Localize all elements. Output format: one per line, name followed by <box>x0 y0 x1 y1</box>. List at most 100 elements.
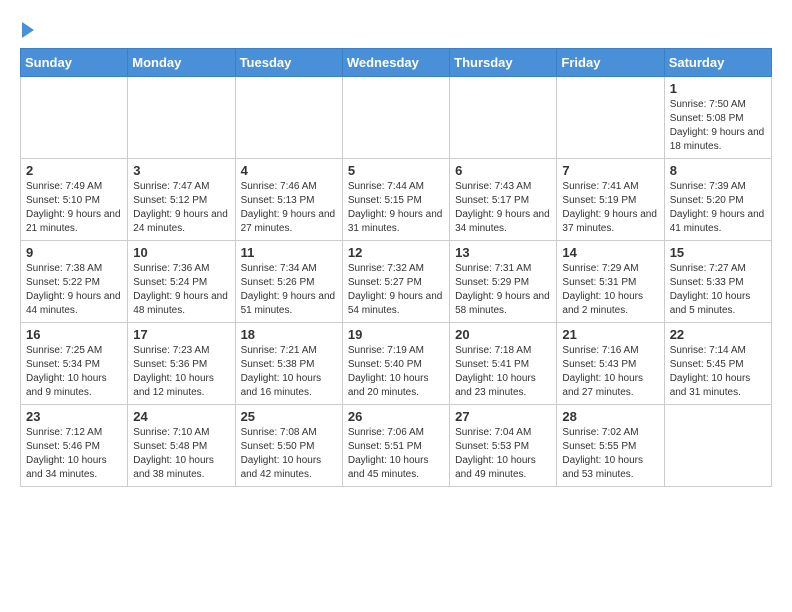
week-row-3: 16 Sunrise: 7:25 AM Sunset: 5:34 PM Dayli… <box>21 323 772 405</box>
day-number: 20 <box>455 327 551 342</box>
day-info: Sunrise: 7:38 AM Sunset: 5:22 PM Dayligh… <box>26 262 122 318</box>
calendar-cell <box>557 77 664 159</box>
calendar-cell: 5 Sunrise: 7:44 AM Sunset: 5:15 PM Daylig… <box>342 159 449 241</box>
day-info: Sunrise: 7:14 AM Sunset: 5:45 PM Dayligh… <box>670 344 766 400</box>
day-number: 16 <box>26 327 122 342</box>
calendar-cell: 13Sunrise: 7:31 AM Sunset: 5:29 PM Dayli… <box>450 241 557 323</box>
day-number: 24 <box>133 409 229 424</box>
calendar-cell: 16 Sunrise: 7:25 AM Sunset: 5:34 PM Dayli… <box>21 323 128 405</box>
calendar-cell: 12 Sunrise: 7:32 AM Sunset: 5:27 PM Dayli… <box>342 241 449 323</box>
day-number: 18 <box>241 327 337 342</box>
day-info: Sunrise: 7:10 AM Sunset: 5:48 PM Dayligh… <box>133 426 229 482</box>
weekday-header-wednesday: Wednesday <box>342 49 449 77</box>
calendar-cell: 22 Sunrise: 7:14 AM Sunset: 5:45 PM Dayli… <box>664 323 771 405</box>
calendar-cell <box>450 77 557 159</box>
day-number: 3 <box>133 163 229 178</box>
weekday-header-monday: Monday <box>128 49 235 77</box>
day-number: 28 <box>562 409 658 424</box>
day-number: 21 <box>562 327 658 342</box>
day-info: Sunrise: 7:25 AM Sunset: 5:34 PM Dayligh… <box>26 344 122 400</box>
week-row-2: 9 Sunrise: 7:38 AM Sunset: 5:22 PM Daylig… <box>21 241 772 323</box>
weekday-header-saturday: Saturday <box>664 49 771 77</box>
week-row-1: 2 Sunrise: 7:49 AM Sunset: 5:10 PM Daylig… <box>21 159 772 241</box>
week-row-0: 1 Sunrise: 7:50 AM Sunset: 5:08 PM Daylig… <box>21 77 772 159</box>
calendar-cell: 26 Sunrise: 7:06 AM Sunset: 5:51 PM Dayli… <box>342 405 449 487</box>
weekday-header-tuesday: Tuesday <box>235 49 342 77</box>
day-number: 27 <box>455 409 551 424</box>
calendar-cell: 21 Sunrise: 7:16 AM Sunset: 5:43 PM Dayli… <box>557 323 664 405</box>
day-info: Sunrise: 7:23 AM Sunset: 5:36 PM Dayligh… <box>133 344 229 400</box>
weekday-header-row: SundayMondayTuesdayWednesdayThursdayFrid… <box>21 49 772 77</box>
day-number: 19 <box>348 327 444 342</box>
day-number: 15 <box>670 245 766 260</box>
day-number: 6 <box>455 163 551 178</box>
calendar-cell: 23Sunrise: 7:12 AM Sunset: 5:46 PM Dayli… <box>21 405 128 487</box>
calendar-cell: 27 Sunrise: 7:04 AM Sunset: 5:53 PM Dayli… <box>450 405 557 487</box>
day-number: 4 <box>241 163 337 178</box>
calendar-cell <box>664 405 771 487</box>
day-number: 2 <box>26 163 122 178</box>
calendar-cell: 18 Sunrise: 7:21 AM Sunset: 5:38 PM Dayli… <box>235 323 342 405</box>
day-info: Sunrise: 7:36 AM Sunset: 5:24 PM Dayligh… <box>133 262 229 318</box>
calendar-cell: 3 Sunrise: 7:47 AM Sunset: 5:12 PM Daylig… <box>128 159 235 241</box>
day-info: Sunrise: 7:19 AM Sunset: 5:40 PM Dayligh… <box>348 344 444 400</box>
day-number: 17 <box>133 327 229 342</box>
calendar-cell: 17 Sunrise: 7:23 AM Sunset: 5:36 PM Dayli… <box>128 323 235 405</box>
day-info: Sunrise: 7:47 AM Sunset: 5:12 PM Dayligh… <box>133 180 229 236</box>
day-info: Sunrise: 7:21 AM Sunset: 5:38 PM Dayligh… <box>241 344 337 400</box>
day-number: 22 <box>670 327 766 342</box>
calendar-cell: 7 Sunrise: 7:41 AM Sunset: 5:19 PM Daylig… <box>557 159 664 241</box>
day-info: Sunrise: 7:06 AM Sunset: 5:51 PM Dayligh… <box>348 426 444 482</box>
logo <box>20 20 34 38</box>
day-info: Sunrise: 7:08 AM Sunset: 5:50 PM Dayligh… <box>241 426 337 482</box>
day-info: Sunrise: 7:50 AM Sunset: 5:08 PM Dayligh… <box>670 98 766 154</box>
weekday-header-friday: Friday <box>557 49 664 77</box>
logo-arrow-icon <box>22 22 34 38</box>
weekday-header-sunday: Sunday <box>21 49 128 77</box>
calendar-cell: 6Sunrise: 7:43 AM Sunset: 5:17 PM Daylig… <box>450 159 557 241</box>
day-number: 7 <box>562 163 658 178</box>
calendar-cell: 28 Sunrise: 7:02 AM Sunset: 5:55 PM Dayli… <box>557 405 664 487</box>
calendar-cell: 11 Sunrise: 7:34 AM Sunset: 5:26 PM Dayli… <box>235 241 342 323</box>
day-number: 5 <box>348 163 444 178</box>
calendar-cell: 25 Sunrise: 7:08 AM Sunset: 5:50 PM Dayli… <box>235 405 342 487</box>
day-info: Sunrise: 7:46 AM Sunset: 5:13 PM Dayligh… <box>241 180 337 236</box>
day-number: 14 <box>562 245 658 260</box>
calendar-cell <box>235 77 342 159</box>
page-header <box>20 20 772 38</box>
calendar-cell: 2 Sunrise: 7:49 AM Sunset: 5:10 PM Daylig… <box>21 159 128 241</box>
day-info: Sunrise: 7:41 AM Sunset: 5:19 PM Dayligh… <box>562 180 658 236</box>
day-number: 12 <box>348 245 444 260</box>
calendar-cell: 8Sunrise: 7:39 AM Sunset: 5:20 PM Daylig… <box>664 159 771 241</box>
day-number: 8 <box>670 163 766 178</box>
calendar-table: SundayMondayTuesdayWednesdayThursdayFrid… <box>20 48 772 487</box>
calendar-cell <box>21 77 128 159</box>
day-info: Sunrise: 7:49 AM Sunset: 5:10 PM Dayligh… <box>26 180 122 236</box>
day-number: 26 <box>348 409 444 424</box>
calendar-cell: 14Sunrise: 7:29 AM Sunset: 5:31 PM Dayli… <box>557 241 664 323</box>
day-info: Sunrise: 7:18 AM Sunset: 5:41 PM Dayligh… <box>455 344 551 400</box>
day-info: Sunrise: 7:34 AM Sunset: 5:26 PM Dayligh… <box>241 262 337 318</box>
day-number: 11 <box>241 245 337 260</box>
day-info: Sunrise: 7:02 AM Sunset: 5:55 PM Dayligh… <box>562 426 658 482</box>
calendar-cell: 10 Sunrise: 7:36 AM Sunset: 5:24 PM Dayli… <box>128 241 235 323</box>
calendar-cell: 1 Sunrise: 7:50 AM Sunset: 5:08 PM Daylig… <box>664 77 771 159</box>
day-info: Sunrise: 7:12 AM Sunset: 5:46 PM Dayligh… <box>26 426 122 482</box>
day-number: 10 <box>133 245 229 260</box>
calendar-cell: 15 Sunrise: 7:27 AM Sunset: 5:33 PM Dayli… <box>664 241 771 323</box>
day-info: Sunrise: 7:27 AM Sunset: 5:33 PM Dayligh… <box>670 262 766 318</box>
day-number: 25 <box>241 409 337 424</box>
calendar-cell: 9 Sunrise: 7:38 AM Sunset: 5:22 PM Daylig… <box>21 241 128 323</box>
day-number: 9 <box>26 245 122 260</box>
calendar-cell: 4 Sunrise: 7:46 AM Sunset: 5:13 PM Daylig… <box>235 159 342 241</box>
calendar-cell: 19 Sunrise: 7:19 AM Sunset: 5:40 PM Dayli… <box>342 323 449 405</box>
calendar-cell: 20 Sunrise: 7:18 AM Sunset: 5:41 PM Dayli… <box>450 323 557 405</box>
day-info: Sunrise: 7:32 AM Sunset: 5:27 PM Dayligh… <box>348 262 444 318</box>
day-info: Sunrise: 7:04 AM Sunset: 5:53 PM Dayligh… <box>455 426 551 482</box>
day-info: Sunrise: 7:16 AM Sunset: 5:43 PM Dayligh… <box>562 344 658 400</box>
weekday-header-thursday: Thursday <box>450 49 557 77</box>
day-info: Sunrise: 7:44 AM Sunset: 5:15 PM Dayligh… <box>348 180 444 236</box>
calendar-cell <box>342 77 449 159</box>
day-number: 1 <box>670 81 766 96</box>
day-info: Sunrise: 7:31 AM Sunset: 5:29 PM Dayligh… <box>455 262 551 318</box>
